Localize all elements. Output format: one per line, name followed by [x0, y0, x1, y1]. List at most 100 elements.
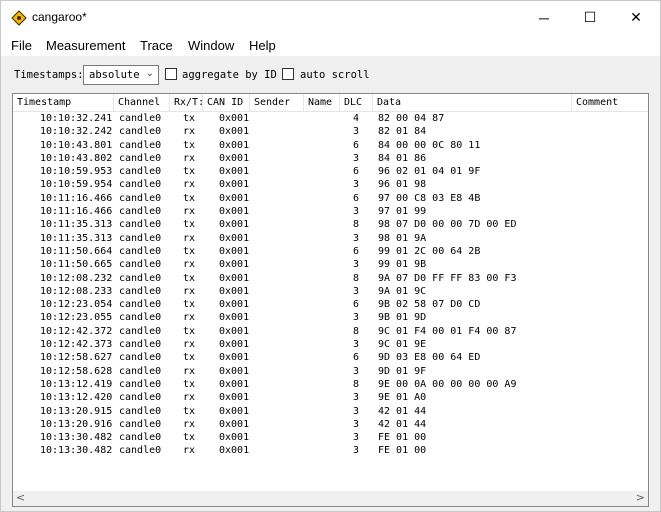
cell-can-id: 0x001	[219, 312, 250, 324]
table-row[interactable]: 10:10:32.242 candle0 rx 0x001 3 82 01 84	[13, 125, 648, 138]
cell-dlc: 3	[353, 152, 360, 164]
title-bar[interactable]: cangaroo* ─ ☐ ✕	[1, 1, 660, 34]
cell-channel: candle0	[119, 339, 162, 351]
scroll-left-icon[interactable]: <	[16, 491, 25, 504]
cell-rxtx: rx	[183, 418, 196, 430]
table-row[interactable]: 10:13:20.916 candle0 rx 0x001 3 42 01 44	[13, 418, 648, 431]
menu-help[interactable]: Help	[249, 38, 276, 53]
cell-channel: candle0	[119, 259, 162, 271]
header-sender[interactable]: Sender	[250, 94, 304, 111]
menu-trace[interactable]: Trace	[140, 38, 173, 53]
trace-toolbar: Timestamps: absolute ⌄ aggregate by ID a…	[1, 56, 660, 92]
minimize-icon: ─	[539, 9, 549, 26]
cell-dlc: 3	[353, 126, 360, 138]
table-row[interactable]: 10:10:59.954 candle0 rx 0x001 3 96 01 98	[13, 178, 648, 191]
table-row[interactable]: 10:11:16.466 candle0 tx 0x001 6 97 00 C8 03 E…	[13, 192, 648, 205]
header-channel[interactable]: Channel	[114, 94, 170, 111]
menu-window[interactable]: Window	[188, 38, 234, 53]
header-dlc[interactable]: DLC	[340, 94, 373, 111]
table-row[interactable]: 10:12:08.233 candle0 rx 0x001 3 9A 01 9C	[13, 285, 648, 298]
table-row[interactable]: 10:12:23.054 candle0 tx 0x001 6 9B 02 58 07 D…	[13, 298, 648, 311]
table-row[interactable]: 10:10:59.953 candle0 tx 0x001 6 96 02 01 04 0…	[13, 165, 648, 178]
cell-channel: candle0	[119, 325, 162, 337]
maximize-button[interactable]: ☐	[567, 1, 613, 34]
table-row[interactable]: 10:11:35.313 candle0 rx 0x001 3 98 01 9A	[13, 232, 648, 245]
cell-rxtx: tx	[183, 405, 196, 417]
cell-data: 96 02 01 04 01 9F	[378, 166, 481, 178]
cell-channel: candle0	[119, 285, 162, 297]
table-row[interactable]: 10:12:58.628 candle0 rx 0x001 3 9D 01 9F	[13, 365, 648, 378]
table-row[interactable]: 10:11:35.313 candle0 tx 0x001 8 98 07 D0 00 0…	[13, 218, 648, 231]
menu-file[interactable]: File	[11, 38, 32, 53]
cell-data: 96 01 98	[378, 179, 427, 191]
cell-channel: candle0	[119, 299, 162, 311]
cell-data: 9D 01 9F	[378, 365, 427, 377]
header-can-id[interactable]: CAN ID	[203, 94, 250, 111]
cell-timestamp: 10:10:59.953	[40, 166, 113, 178]
cell-channel: candle0	[119, 272, 162, 284]
header-name[interactable]: Name	[304, 94, 340, 111]
autoscroll-checkbox[interactable]	[282, 68, 294, 80]
cell-rxtx: rx	[183, 259, 196, 271]
cell-channel: candle0	[119, 139, 162, 151]
header-comment[interactable]: Comment	[572, 94, 648, 111]
cell-rxtx: rx	[183, 365, 196, 377]
cell-data: FE 01 00	[378, 445, 427, 457]
cell-rxtx: tx	[183, 139, 196, 151]
cell-timestamp: 10:10:32.242	[40, 126, 113, 138]
timestamps-select-value: absolute	[89, 69, 140, 81]
menu-bar: File Measurement Trace Window Help	[1, 34, 660, 56]
close-button[interactable]: ✕	[613, 1, 659, 34]
table-row[interactable]: 10:11:16.466 candle0 rx 0x001 3 97 01 99	[13, 205, 648, 218]
autoscroll-label[interactable]: auto scroll	[300, 69, 370, 81]
cell-data: FE 01 00	[378, 432, 427, 444]
aggregate-checkbox[interactable]	[165, 68, 177, 80]
table-row[interactable]: 10:13:20.915 candle0 tx 0x001 3 42 01 44	[13, 405, 648, 418]
minimize-button[interactable]: ─	[521, 1, 567, 34]
header-rxtx[interactable]: Rx/T:	[170, 94, 203, 111]
cell-timestamp: 10:12:23.055	[40, 312, 113, 324]
menu-measurement[interactable]: Measurement	[46, 38, 125, 53]
cell-can-id: 0x001	[219, 325, 250, 337]
cell-channel: candle0	[119, 219, 162, 231]
table-row[interactable]: 10:10:43.801 candle0 tx 0x001 6 84 00 00 0C 8…	[13, 139, 648, 152]
cell-rxtx: tx	[183, 245, 196, 257]
cell-dlc: 3	[353, 418, 360, 430]
horizontal-scrollbar[interactable]: < >	[13, 491, 648, 506]
header-data[interactable]: Data	[373, 94, 572, 111]
cell-dlc: 3	[353, 392, 360, 404]
table-row[interactable]: 10:11:50.664 candle0 tx 0x001 6 99 01 2C 00 6…	[13, 245, 648, 258]
cell-dlc: 3	[353, 232, 360, 244]
table-row[interactable]: 10:12:58.627 candle0 tx 0x001 6 9D 03 E8 00 6…	[13, 351, 648, 364]
table-row[interactable]: 10:13:12.420 candle0 rx 0x001 3 9E 01 A0	[13, 391, 648, 404]
cell-data: 9E 00 0A 00 00 00 00 A9	[378, 378, 517, 390]
table-row[interactable]: 10:13:12.419 candle0 tx 0x001 8 9E 00 0A 00 0…	[13, 378, 648, 391]
timestamps-select[interactable]: absolute ⌄	[83, 65, 159, 85]
cell-data: 9C 01 9E	[378, 339, 427, 351]
table-row[interactable]: 10:13:30.482 candle0 tx 0x001 3 FE 01 00	[13, 431, 648, 444]
cell-dlc: 3	[353, 206, 360, 218]
cell-can-id: 0x001	[219, 259, 250, 271]
table-row[interactable]: 10:12:08.232 candle0 tx 0x001 8 9A 07 D0 FF F…	[13, 272, 648, 285]
cell-dlc: 6	[353, 299, 360, 311]
table-row[interactable]: 10:13:30.482 candle0 rx 0x001 3 FE 01 00	[13, 444, 648, 457]
cell-timestamp: 10:11:35.313	[40, 232, 113, 244]
table-row[interactable]: 10:10:32.241 candle0 tx 0x001 4 82 00 04 87	[13, 112, 648, 125]
table-row[interactable]: 10:12:42.372 candle0 tx 0x001 8 9C 01 F4 00 0…	[13, 325, 648, 338]
cell-timestamp: 10:12:23.054	[40, 299, 113, 311]
cell-can-id: 0x001	[219, 418, 250, 430]
scroll-right-icon[interactable]: >	[636, 491, 645, 504]
cell-dlc: 3	[353, 445, 360, 457]
cell-can-id: 0x001	[219, 219, 250, 231]
cell-can-id: 0x001	[219, 232, 250, 244]
cell-data: 82 01 84	[378, 126, 427, 138]
table-row[interactable]: 10:12:42.373 candle0 rx 0x001 3 9C 01 9E	[13, 338, 648, 351]
table-row[interactable]: 10:11:50.665 candle0 rx 0x001 3 99 01 9B	[13, 258, 648, 271]
cell-dlc: 6	[353, 139, 360, 151]
aggregate-label[interactable]: aggregate by ID	[182, 69, 277, 81]
header-timestamp[interactable]: Timestamp	[13, 94, 114, 111]
trace-table[interactable]: Timestamp Channel Rx/T: CAN ID Sender Na…	[12, 93, 649, 507]
cell-channel: candle0	[119, 432, 162, 444]
table-row[interactable]: 10:10:43.802 candle0 rx 0x001 3 84 01 86	[13, 152, 648, 165]
table-row[interactable]: 10:12:23.055 candle0 rx 0x001 3 9B 01 9D	[13, 311, 648, 324]
